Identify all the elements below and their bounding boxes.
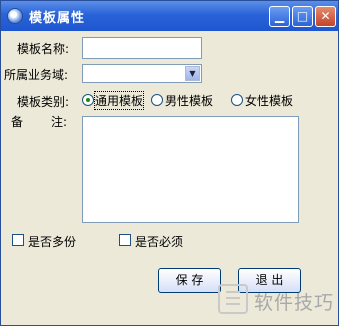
template-type-label: 模板类别: xyxy=(17,95,70,109)
maximize-icon: □ xyxy=(296,9,309,23)
remarks-label-part2: 注: xyxy=(51,115,68,129)
window-title: 模板属性 xyxy=(29,11,86,26)
minimize-button[interactable]: ▁ xyxy=(269,6,290,27)
radio-male-template-label[interactable]: 男性模板 xyxy=(165,92,213,109)
watermark: 软件技巧 xyxy=(218,282,340,326)
business-domain-label: 所属业务域: xyxy=(4,68,69,82)
minimize-icon: ▁ xyxy=(274,9,285,23)
app-icon xyxy=(7,8,23,24)
dialog-content: 模板名称: 所属业务域: ▼ 模板类别: 通用模板 男性模板 女性模板 备 注:… xyxy=(1,31,338,325)
radio-general-template[interactable] xyxy=(82,94,94,106)
radio-general-template-label[interactable]: 通用模板 xyxy=(93,91,145,110)
maximize-button[interactable]: □ xyxy=(292,6,313,27)
business-domain-select[interactable]: ▼ xyxy=(82,64,202,83)
remarks-textarea[interactable] xyxy=(82,116,299,223)
radio-male-template[interactable] xyxy=(151,94,163,106)
chevron-down-icon[interactable]: ▼ xyxy=(185,66,200,81)
multi-copy-checkbox[interactable] xyxy=(12,234,24,246)
required-checkbox[interactable] xyxy=(119,234,131,246)
save-button[interactable]: 保 存 xyxy=(158,268,221,293)
template-name-label: 模板名称: xyxy=(17,42,70,56)
remarks-label-part1: 备 xyxy=(11,115,24,129)
required-label[interactable]: 是否必须 xyxy=(135,233,183,250)
title-bar[interactable]: 模板属性 ▁ □ ✕ xyxy=(1,1,338,31)
close-icon: ✕ xyxy=(320,9,331,23)
close-button[interactable]: ✕ xyxy=(315,6,336,27)
radio-female-template[interactable] xyxy=(231,94,243,106)
template-name-input[interactable] xyxy=(82,37,202,59)
multi-copy-label[interactable]: 是否多份 xyxy=(28,233,76,250)
watermark-logo-icon xyxy=(218,284,248,314)
radio-female-template-label[interactable]: 女性模板 xyxy=(245,92,293,109)
watermark-text: 软件技巧 xyxy=(254,292,335,314)
template-properties-dialog: 模板属性 ▁ □ ✕ 模板名称: 所属业务域: ▼ 模板类别: 通用模板 男性模… xyxy=(0,0,339,326)
